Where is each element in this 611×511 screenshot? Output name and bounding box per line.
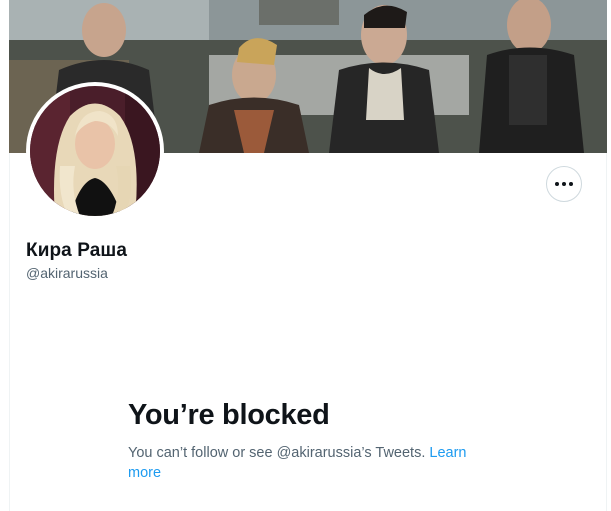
ellipsis-horizontal-icon [555,182,559,186]
avatar-image [30,86,160,216]
more-options-button[interactable] [546,166,582,202]
profile-display-name: Кира Раша [26,240,128,261]
profile-handle: @akirarussia [26,265,108,281]
profile-avatar[interactable] [26,82,164,220]
blocked-message: You can’t follow or see @akirarussia’s T… [128,443,488,483]
blocked-title: You’re blocked [128,399,330,431]
blocked-message-text: You can’t follow or see @akirarussia’s T… [128,445,426,461]
